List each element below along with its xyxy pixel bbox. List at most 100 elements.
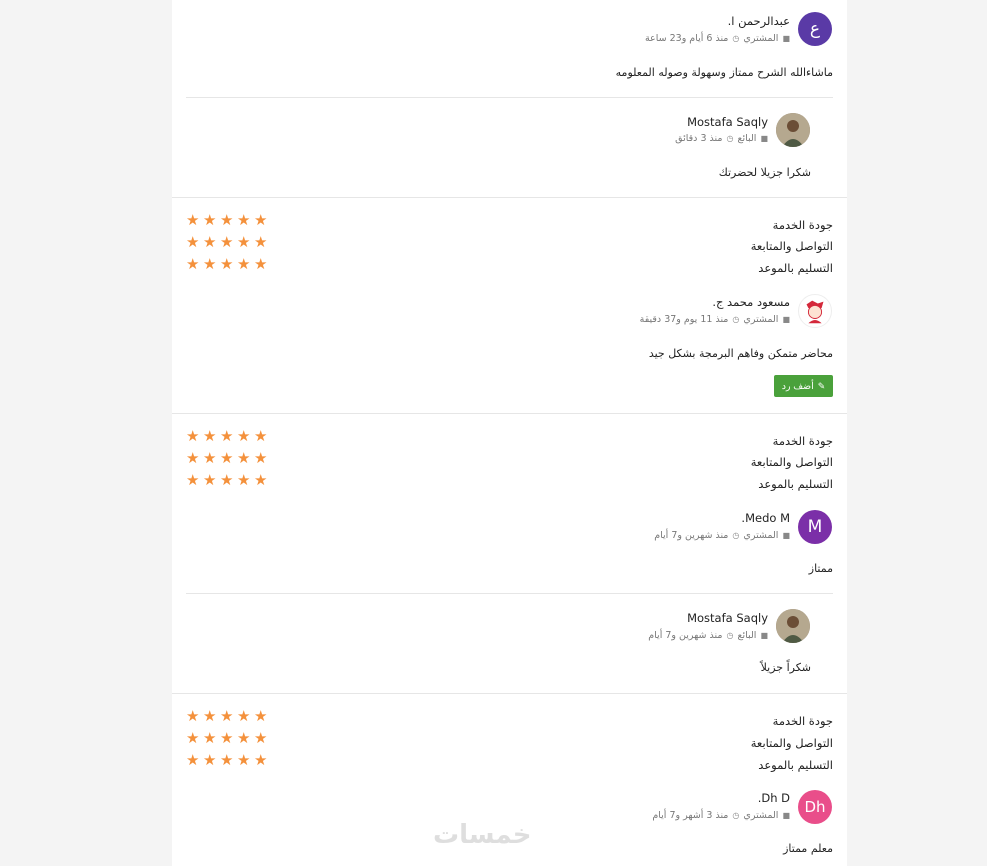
author-role: البائع <box>737 630 757 641</box>
author-name[interactable]: مسعود محمد ج. <box>712 295 790 309</box>
author-name[interactable]: Mostafa Saqly <box>687 611 768 625</box>
star-icon: ★ <box>254 427 268 445</box>
review-meta: ■ المشتري ◷ منذ 3 أشهر و7 أيام <box>652 810 790 821</box>
avatar[interactable] <box>798 294 832 328</box>
criteria-delivery: التسليم بالموعد <box>758 477 833 491</box>
star-icon: ★ <box>203 751 217 769</box>
review-meta: ■ المشتري ◷ منذ 6 أيام و23 ساعة <box>645 33 790 44</box>
author-role: المشتري <box>743 810 779 821</box>
star-icon: ★ <box>203 427 217 445</box>
star-icon: ★ <box>254 707 268 725</box>
star-icon: ★ <box>220 427 234 445</box>
rating-stars: ★ ★ ★ ★ ★ <box>186 449 268 467</box>
clock-icon: ◷ <box>732 315 740 324</box>
star-icon: ★ <box>237 211 251 229</box>
avatar-letter: M <box>807 517 823 537</box>
star-icon: ★ <box>237 427 251 445</box>
star-icon: ★ <box>220 707 234 725</box>
avatar-letter: ع <box>809 19 821 39</box>
star-icon: ★ <box>203 449 217 467</box>
star-icon: ★ <box>220 471 234 489</box>
user-icon: ■ <box>782 34 790 43</box>
star-icon: ★ <box>186 211 200 229</box>
clock-icon: ◷ <box>726 631 734 640</box>
criteria-quality: جودة الخدمة <box>772 714 833 728</box>
star-icon: ★ <box>203 211 217 229</box>
divider <box>186 593 833 594</box>
rating-stars: ★ ★ ★ ★ ★ <box>186 751 268 769</box>
avatar[interactable]: ع <box>798 12 832 46</box>
star-icon: ★ <box>220 233 234 251</box>
edit-icon: ✎ <box>817 380 826 391</box>
user-icon: ■ <box>782 531 790 540</box>
review-time: منذ شهرين و7 أيام <box>654 530 729 541</box>
author-name[interactable]: Medo M. <box>741 511 790 525</box>
user-icon: ■ <box>782 811 790 820</box>
criteria-quality: جودة الخدمة <box>772 434 833 448</box>
star-icon: ★ <box>254 211 268 229</box>
author-role: البائع <box>737 133 757 144</box>
rating-stars: ★ ★ ★ ★ ★ <box>186 471 268 489</box>
divider <box>172 693 847 694</box>
review-meta: ■ البائع ◷ منذ شهرين و7 أيام <box>648 630 768 641</box>
star-icon: ★ <box>237 471 251 489</box>
star-icon: ★ <box>220 211 234 229</box>
author-name[interactable]: Mostafa Saqly <box>687 115 768 129</box>
divider <box>172 413 847 414</box>
author-name[interactable]: Dh D. <box>758 791 790 805</box>
criteria-delivery: التسليم بالموعد <box>758 261 833 275</box>
user-icon: ■ <box>760 134 768 143</box>
star-icon: ★ <box>186 707 200 725</box>
divider <box>172 197 847 198</box>
review-meta: ■ المشتري ◷ منذ شهرين و7 أيام <box>654 530 790 541</box>
star-icon: ★ <box>254 255 268 273</box>
star-icon: ★ <box>220 449 234 467</box>
author-role: المشتري <box>743 33 779 44</box>
star-icon: ★ <box>254 729 268 747</box>
star-icon: ★ <box>254 471 268 489</box>
star-icon: ★ <box>237 449 251 467</box>
review-comment: معلم ممتاز <box>783 842 833 855</box>
star-icon: ★ <box>203 255 217 273</box>
star-icon: ★ <box>237 751 251 769</box>
reply-comment: شكراً جزيلاً <box>760 661 811 674</box>
review-time: منذ شهرين و7 أيام <box>648 630 723 641</box>
star-icon: ★ <box>203 707 217 725</box>
star-icon: ★ <box>254 449 268 467</box>
star-icon: ★ <box>220 255 234 273</box>
criteria-communication: التواصل والمتابعة <box>750 239 833 253</box>
review-time: منذ 6 أيام و23 ساعة <box>644 33 729 44</box>
avatar[interactable]: Dh <box>798 790 832 824</box>
star-icon: ★ <box>254 751 268 769</box>
star-icon: ★ <box>220 751 234 769</box>
star-icon: ★ <box>203 471 217 489</box>
rating-stars: ★ ★ ★ ★ ★ <box>186 255 268 273</box>
avatar[interactable]: M <box>798 510 832 544</box>
criteria-quality: جودة الخدمة <box>772 218 833 232</box>
avatar-letter: Dh <box>804 798 826 816</box>
add-reply-button[interactable]: ✎ أضف رد <box>774 375 833 397</box>
star-icon: ★ <box>186 449 200 467</box>
star-icon: ★ <box>254 233 268 251</box>
avatar[interactable] <box>776 113 810 147</box>
divider <box>186 97 833 98</box>
review-time: منذ 3 دقائق <box>675 133 723 144</box>
star-icon: ★ <box>237 729 251 747</box>
criteria-delivery: التسليم بالموعد <box>758 758 833 772</box>
star-icon: ★ <box>186 255 200 273</box>
review-time: منذ 3 أشهر و7 أيام <box>652 810 729 821</box>
avatar[interactable] <box>776 609 810 643</box>
rating-stars: ★ ★ ★ ★ ★ <box>186 233 268 251</box>
author-role: المشتري <box>743 314 779 325</box>
review-comment: ماشاءالله الشرح ممتاز وسهولة وصوله المعل… <box>615 66 833 79</box>
star-icon: ★ <box>186 427 200 445</box>
star-icon: ★ <box>203 233 217 251</box>
reviews-panel: ع عبدالرحمن ا. ■ المشتري ◷ منذ 6 أيام و2… <box>172 0 847 866</box>
star-icon: ★ <box>220 729 234 747</box>
star-icon: ★ <box>186 471 200 489</box>
rating-stars: ★ ★ ★ ★ ★ <box>186 729 268 747</box>
star-icon: ★ <box>237 233 251 251</box>
criteria-communication: التواصل والمتابعة <box>750 736 833 750</box>
author-name[interactable]: عبدالرحمن ا. <box>728 14 790 28</box>
clock-icon: ◷ <box>732 34 740 43</box>
